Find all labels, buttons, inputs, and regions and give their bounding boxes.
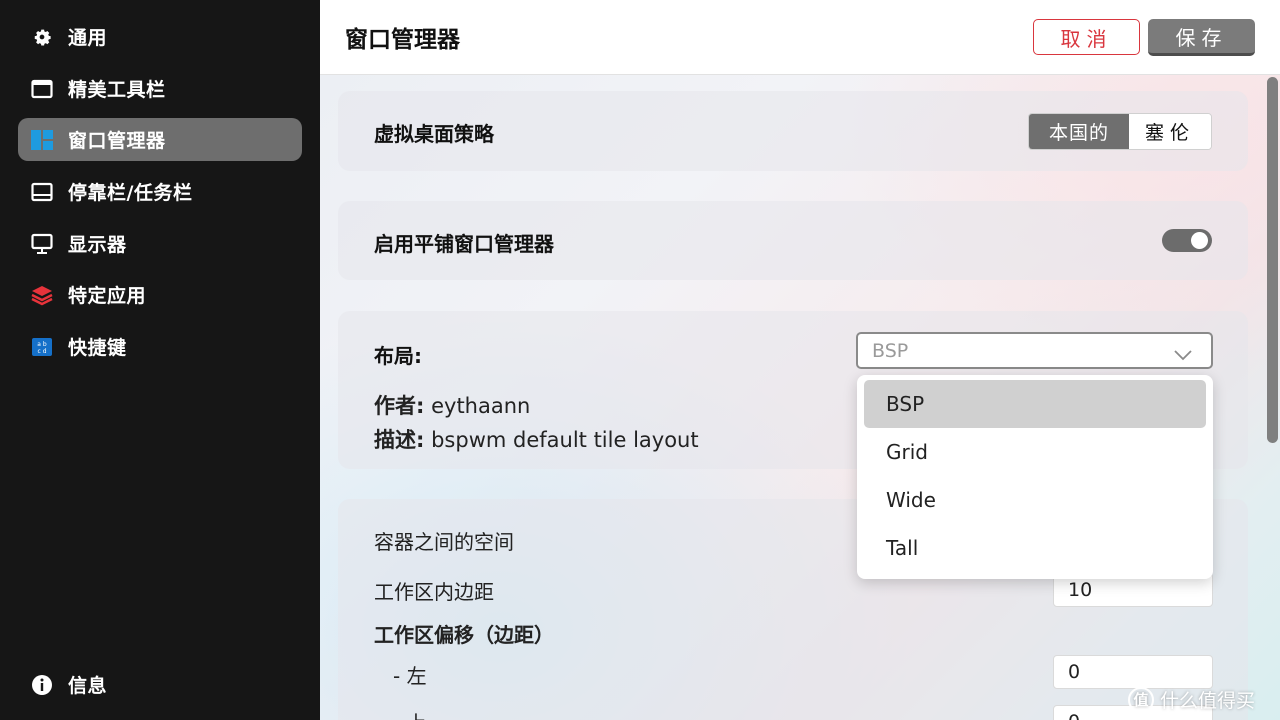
offset-left-label: - 左: [393, 664, 427, 688]
offset-top-label: - 上: [393, 707, 427, 720]
info-icon: [30, 673, 54, 697]
svg-text:a b: a b: [37, 341, 47, 348]
segment-seelen[interactable]: 塞伦: [1129, 114, 1211, 149]
cancel-button[interactable]: 取消: [1033, 19, 1140, 55]
page-title: 窗口管理器: [345, 27, 460, 53]
sidebar-item-label: 窗口管理器: [68, 130, 166, 152]
sidebar-item-label: 停靠栏/任务栏: [68, 182, 193, 204]
dropdown-option-tall[interactable]: Tall: [864, 524, 1206, 572]
dropdown-option-grid[interactable]: Grid: [864, 428, 1206, 476]
svg-text:c d: c d: [37, 348, 46, 355]
layout-description: 描述: bspwm default tile layout: [374, 424, 699, 454]
dropdown-option-wide[interactable]: Wide: [864, 476, 1206, 524]
layout-dropdown: BSP Grid Wide Tall: [857, 375, 1213, 579]
sidebar-item-label: 快捷键: [68, 337, 127, 359]
layers-icon: [30, 283, 54, 307]
layout-select-value: BSP: [872, 339, 909, 362]
virtual-desktop-segmented: 本国的 塞伦: [1028, 113, 1212, 150]
tiling-toggle[interactable]: [1162, 229, 1212, 252]
scrollbar-thumb[interactable]: [1267, 77, 1278, 443]
tiling-card: 启用平铺窗口管理器: [338, 201, 1248, 280]
gear-icon: [30, 25, 54, 49]
dock-icon: [30, 180, 54, 204]
author-value: eythaann: [431, 394, 531, 418]
layout-author: 作者: eythaann: [374, 390, 530, 420]
watermark-text: 什么值得买: [1160, 690, 1256, 712]
sidebar-item-app-specific[interactable]: 特定应用: [18, 273, 302, 316]
workspace-offset-label: 工作区偏移（边距）: [374, 623, 554, 647]
tiling-title: 启用平铺窗口管理器: [374, 232, 554, 256]
sidebar-item-label: 精美工具栏: [68, 79, 166, 101]
save-button[interactable]: 保存: [1148, 19, 1255, 56]
sidebar-item-dock[interactable]: 停靠栏/任务栏: [18, 170, 302, 213]
tiles-icon: [30, 128, 54, 152]
sidebar-item-toolbar[interactable]: 精美工具栏: [18, 67, 302, 110]
author-label: 作者:: [374, 394, 425, 418]
sidebar-item-label: 通用: [68, 27, 108, 49]
toggle-knob: [1191, 232, 1208, 249]
dropdown-option-bsp[interactable]: BSP: [864, 380, 1206, 428]
sidebar-item-general[interactable]: 通用: [18, 15, 302, 58]
workspace-padding-label: 工作区内边距: [374, 580, 494, 604]
sidebar-item-label: 显示器: [68, 234, 127, 256]
sidebar-item-label: 信息: [68, 675, 108, 697]
sidebar: 通用 精美工具栏 窗口管理器 停靠栏/任务栏 显示器 特定应用 a bc d 快…: [0, 0, 320, 720]
monitor-icon: [30, 232, 54, 256]
description-value: bspwm default tile layout: [431, 428, 699, 452]
sidebar-item-window-manager[interactable]: 窗口管理器: [18, 118, 302, 161]
segment-native[interactable]: 本国的: [1029, 114, 1129, 149]
layout-select[interactable]: BSP: [856, 332, 1213, 369]
offset-left-input[interactable]: 0: [1053, 655, 1213, 689]
watermark: 值 什么值得买: [1128, 686, 1255, 713]
virtual-desktop-card: 虚拟桌面策略 本国的 塞伦: [338, 91, 1248, 171]
virtual-desktop-title: 虚拟桌面策略: [374, 122, 494, 146]
scrollbar[interactable]: [1266, 75, 1280, 720]
container-gap-label: 容器之间的空间: [374, 530, 514, 554]
sidebar-item-shortcuts[interactable]: a bc d 快捷键: [18, 325, 302, 368]
window-icon: [30, 77, 54, 101]
layout-label: 布局:: [374, 344, 422, 368]
sidebar-item-label: 特定应用: [68, 285, 147, 307]
chevron-down-icon: [1173, 344, 1193, 366]
sidebar-item-info[interactable]: 信息: [18, 663, 302, 706]
sidebar-item-monitor[interactable]: 显示器: [18, 222, 302, 265]
keyboard-icon: a bc d: [30, 335, 54, 359]
description-label: 描述:: [374, 428, 425, 452]
watermark-logo: 值: [1128, 686, 1154, 713]
header: 窗口管理器 取消 保存: [320, 0, 1280, 75]
